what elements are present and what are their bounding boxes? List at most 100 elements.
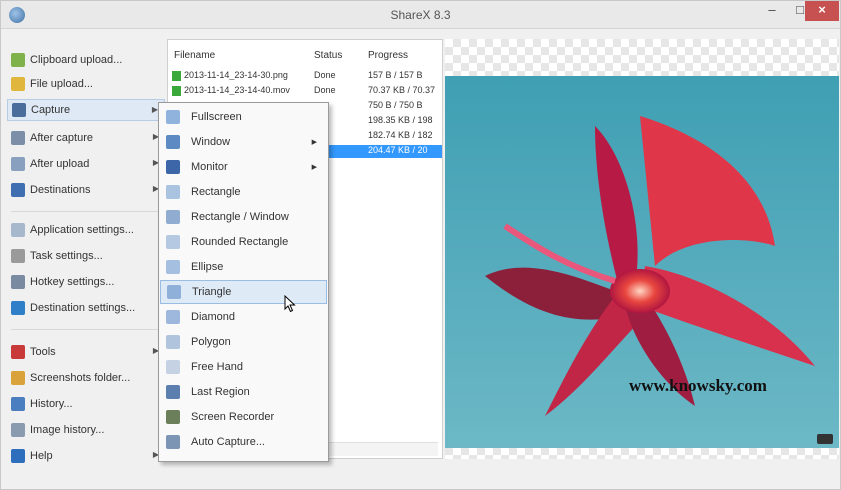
ellipse-icon [166,260,180,274]
image-file-icon [172,71,181,81]
submenu-item-triangle[interactable]: Triangle [160,280,327,304]
menu-item-after-capture[interactable]: After capture ▶ [7,127,165,149]
minimize-button[interactable]: – [758,1,786,21]
column-header-filename[interactable]: Filename [174,50,215,61]
auto-capture-icon [166,435,180,449]
task-settings-icon [11,249,25,263]
submenu-item-auto-capture[interactable]: Auto Capture... [160,430,327,454]
menu-item-after-upload[interactable]: After upload ▶ [7,153,165,175]
menu-item-label: Screenshots folder... [30,372,131,384]
mouse-cursor-icon [284,295,296,313]
menu-item-label: Destinations [30,184,91,196]
file-upload-icon [11,77,25,91]
submenu-item-label: Monitor [191,161,228,173]
submenu-item-label: Ellipse [191,261,224,273]
menu-item-label: After capture [30,132,93,144]
row-filename: 2013-11-14_23-14-40.mov [184,85,290,95]
menu-item-screenshots-folder[interactable]: Screenshots folder... [7,367,165,389]
submenu-item-label: Polygon [191,336,231,348]
submenu-item-polygon[interactable]: Polygon [160,330,327,354]
submenu-item-screen-recorder[interactable]: Screen Recorder [160,405,327,429]
menu-item-history[interactable]: History... [7,393,165,415]
watermark-text: www.knowsky.com [629,376,767,395]
submenu-item-last-region[interactable]: Last Region [160,380,327,404]
submenu-item-label: Rectangle [191,186,241,198]
submenu-item-label: Window [191,136,231,148]
polygon-icon [166,335,180,349]
video-file-icon [172,86,181,96]
menu-item-destination-settings[interactable]: Destination settings... [7,297,165,319]
rectangle-window-icon [166,210,180,224]
rounded-rectangle-icon [166,235,180,249]
row-progress: 198.35 KB / 198 [368,115,433,125]
toolbox-icon [11,345,25,359]
menu-item-hotkey-settings[interactable]: Hotkey settings... [7,271,165,293]
column-header-progress[interactable]: Progress [368,50,408,61]
hotkey-icon [11,275,25,289]
triangle-icon [167,285,181,299]
row-status: Done [314,85,336,95]
submenu-item-ellipse[interactable]: Ellipse [160,255,327,279]
menu-item-capture[interactable]: Capture ▶ [7,99,165,121]
row-status: Done [314,70,336,80]
rectangle-icon [166,185,180,199]
title-bar[interactable]: ShareX 8.3 – □ × [1,1,840,29]
after-upload-icon [11,157,25,171]
screen-recorder-icon [166,410,180,424]
submenu-item-rounded-rectangle[interactable]: Rounded Rectangle [160,230,327,254]
menu-item-label: Help [30,450,53,462]
submenu-item-rectangle[interactable]: Rectangle [160,180,327,204]
submenu-item-label: Screen Recorder [191,411,275,423]
list-header: Filename Status Progress [168,46,442,66]
monitor-icon [166,160,180,174]
destinations-icon [11,183,25,197]
row-filename: 2013-11-14_23-14-30.png [184,70,288,80]
capture-submenu: Fullscreen Window ▶ Monitor ▶ Rectangle … [158,102,329,462]
menu-item-file-upload[interactable]: File upload... [7,73,165,95]
submenu-item-label: Last Region [191,386,250,398]
menu-separator [11,329,161,330]
submenu-item-rectangle-window[interactable]: Rectangle / Window [160,205,327,229]
menu-item-tools[interactable]: Tools ▶ [7,341,165,363]
free-hand-icon [166,360,180,374]
application-settings-icon [11,223,25,237]
submenu-item-fullscreen[interactable]: Fullscreen [160,105,327,129]
list-row[interactable]: 2013-11-14_23-14-30.png Done 157 B / 157… [168,70,442,83]
submenu-item-label: Triangle [192,286,232,298]
menu-item-destinations[interactable]: Destinations ▶ [7,179,165,201]
submenu-item-label: Diamond [191,311,236,323]
sharex-window: ShareX 8.3 – □ × Clipboard upload... Fil… [0,0,841,490]
close-button[interactable]: × [805,1,839,21]
hd-badge [817,434,833,444]
menu-item-label: Hotkey settings... [30,276,115,288]
menu-item-label: Tools [30,346,56,358]
column-header-status[interactable]: Status [314,50,342,61]
clipboard-icon [11,53,25,67]
row-progress: 182.74 KB / 182 [368,130,433,140]
menu-item-label: Capture [31,104,71,116]
menu-separator [11,211,161,212]
menu-item-image-history[interactable]: Image history... [7,419,165,441]
row-progress: 750 B / 750 B [368,100,423,110]
submenu-item-monitor[interactable]: Monitor ▶ [160,155,327,179]
submenu-item-diamond[interactable]: Diamond [160,305,327,329]
folder-icon [11,371,25,385]
submenu-item-window[interactable]: Window ▶ [160,130,327,154]
submenu-item-free-hand[interactable]: Free Hand [160,355,327,379]
menu-item-application-settings[interactable]: Application settings... [7,219,165,241]
menu-item-label: Application settings... [30,224,134,236]
history-icon [11,397,25,411]
menu-item-help[interactable]: Help ▶ [7,445,165,467]
submenu-item-label: Fullscreen [191,111,242,123]
main-menu: Clipboard upload... File upload... Captu… [7,47,167,477]
row-progress: 157 B / 157 B [368,70,423,80]
help-icon [11,449,25,463]
menu-item-label: Task settings... [30,250,103,262]
menu-item-task-settings[interactable]: Task settings... [7,245,165,267]
chevron-right-icon: ▶ [311,139,317,146]
row-progress: 204.47 KB / 20 [368,145,428,155]
list-row[interactable]: 2013-11-14_23-14-40.mov Done 70.37 KB / … [168,85,442,98]
destination-settings-icon [11,301,25,315]
last-region-icon [166,385,180,399]
menu-item-clipboard-upload[interactable]: Clipboard upload... [7,49,165,71]
